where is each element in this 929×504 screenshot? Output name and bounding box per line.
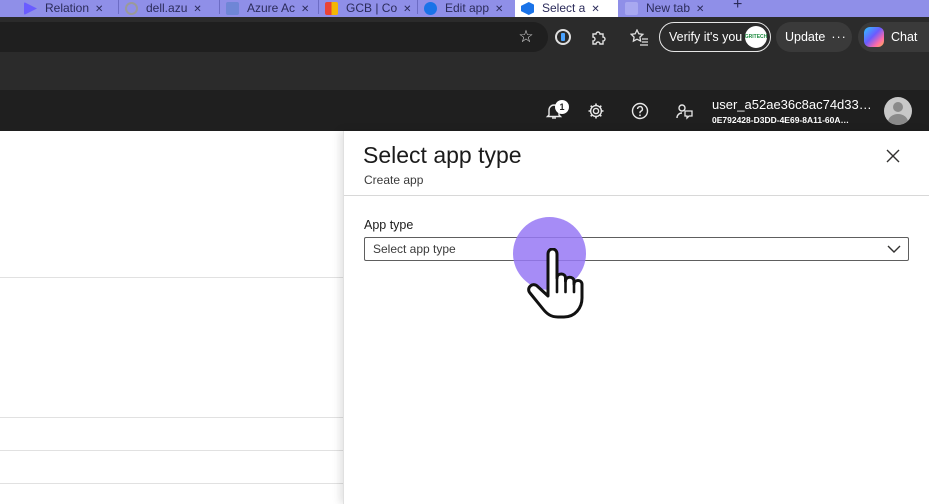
divider (0, 417, 343, 418)
favorites-bar (0, 57, 929, 90)
divider (0, 450, 343, 451)
chevron-down-icon (887, 245, 901, 253)
tab-label: dell.azu (146, 1, 188, 15)
more-dots-icon: ··· (831, 30, 847, 44)
tab-label: New tab (646, 1, 691, 15)
tab-favicon-icon (325, 2, 338, 15)
user-name: user_a52ae36c8ac74d33… (712, 97, 872, 112)
tab-favicon-icon (226, 2, 239, 15)
browser-tab[interactable]: New tab ✕ (619, 0, 719, 17)
app-type-placeholder: Select app type (373, 242, 456, 256)
divider (0, 277, 343, 278)
panel-divider (344, 195, 929, 196)
browser-tab-strip: Relation ✕ dell.azu ✕ Azure Ac ✕ GCB | C… (0, 0, 929, 17)
avatar[interactable] (884, 97, 912, 125)
browser-tab[interactable]: Relation ✕ (18, 0, 118, 17)
verify-avatar: GRITECH (745, 26, 767, 48)
tab-label: Azure Ac (247, 1, 296, 15)
tab-favicon-icon (521, 2, 534, 15)
update-button[interactable]: Update ··· (776, 22, 852, 52)
directory-id: 0E792428-D3DD-4E69-8A11-60A… (712, 115, 850, 125)
tab-label: GCB | Co (346, 1, 398, 15)
browser-tab[interactable]: dell.azu ✕ (119, 0, 219, 17)
copilot-icon (864, 27, 884, 47)
app-type-label: App type (364, 218, 414, 232)
browser-tab[interactable]: Azure Ac ✕ (220, 0, 318, 17)
tab-close-icon[interactable]: ✕ (495, 4, 503, 15)
favorites-list-icon[interactable] (629, 27, 649, 47)
hand-pointer-icon (527, 248, 584, 319)
tab-close-icon[interactable]: ✕ (95, 4, 103, 15)
tab-favicon-icon (625, 2, 638, 15)
browser-tab-active[interactable]: Select a ✕ (515, 0, 618, 17)
app-type-dropdown[interactable]: Select app type (364, 237, 909, 261)
browser-tab[interactable]: GCB | Co ✕ (319, 0, 417, 17)
select-app-type-panel: Select app type Create app App type Sele… (343, 131, 929, 504)
update-label: Update (785, 30, 826, 44)
close-icon[interactable] (882, 145, 904, 167)
chat-label: Chat (891, 30, 918, 44)
tab-close-icon[interactable]: ✕ (301, 4, 309, 15)
settings-gear-icon[interactable] (585, 100, 607, 122)
tab-label: Select a (542, 1, 586, 15)
browser-tab[interactable]: Edit app ✕ (418, 0, 514, 17)
notification-count-badge: 1 (555, 100, 569, 114)
verify-label: Verify it's you (669, 30, 743, 44)
verify-identity-button[interactable]: Verify it's you GRITECH (659, 22, 771, 52)
tab-label: Edit app (445, 1, 490, 15)
favorite-star-icon[interactable]: ☆ (516, 27, 536, 47)
help-question-icon[interactable] (629, 100, 651, 122)
account-info[interactable]: user_a52ae36c8ac74d33… 0E792428-D3DD-4E6… (712, 97, 877, 125)
tab-close-icon[interactable]: ✕ (193, 4, 201, 15)
tab-close-icon[interactable]: ✕ (403, 4, 411, 15)
tab-favicon-icon (125, 2, 138, 15)
divider (0, 483, 343, 484)
password-manager-icon[interactable] (553, 27, 573, 47)
extensions-puzzle-icon[interactable] (588, 27, 608, 47)
browser-toolbar: ☆ Verify it's you GRITECH Update ··· Cha… (0, 17, 929, 57)
address-bar[interactable] (0, 22, 548, 52)
tab-favicon-icon (424, 2, 437, 15)
tab-close-icon[interactable]: ✕ (696, 4, 704, 15)
tab-favicon-icon (24, 2, 37, 15)
tab-close-icon[interactable]: ✕ (591, 4, 599, 15)
panel-subtitle: Create app (364, 173, 424, 187)
new-tab-plus-icon[interactable]: + (733, 0, 742, 14)
feedback-icon[interactable] (673, 100, 695, 122)
tab-label: Relation (45, 1, 90, 15)
copilot-chat-button[interactable]: Chat (858, 22, 929, 52)
panel-title: Select app type (363, 142, 522, 168)
